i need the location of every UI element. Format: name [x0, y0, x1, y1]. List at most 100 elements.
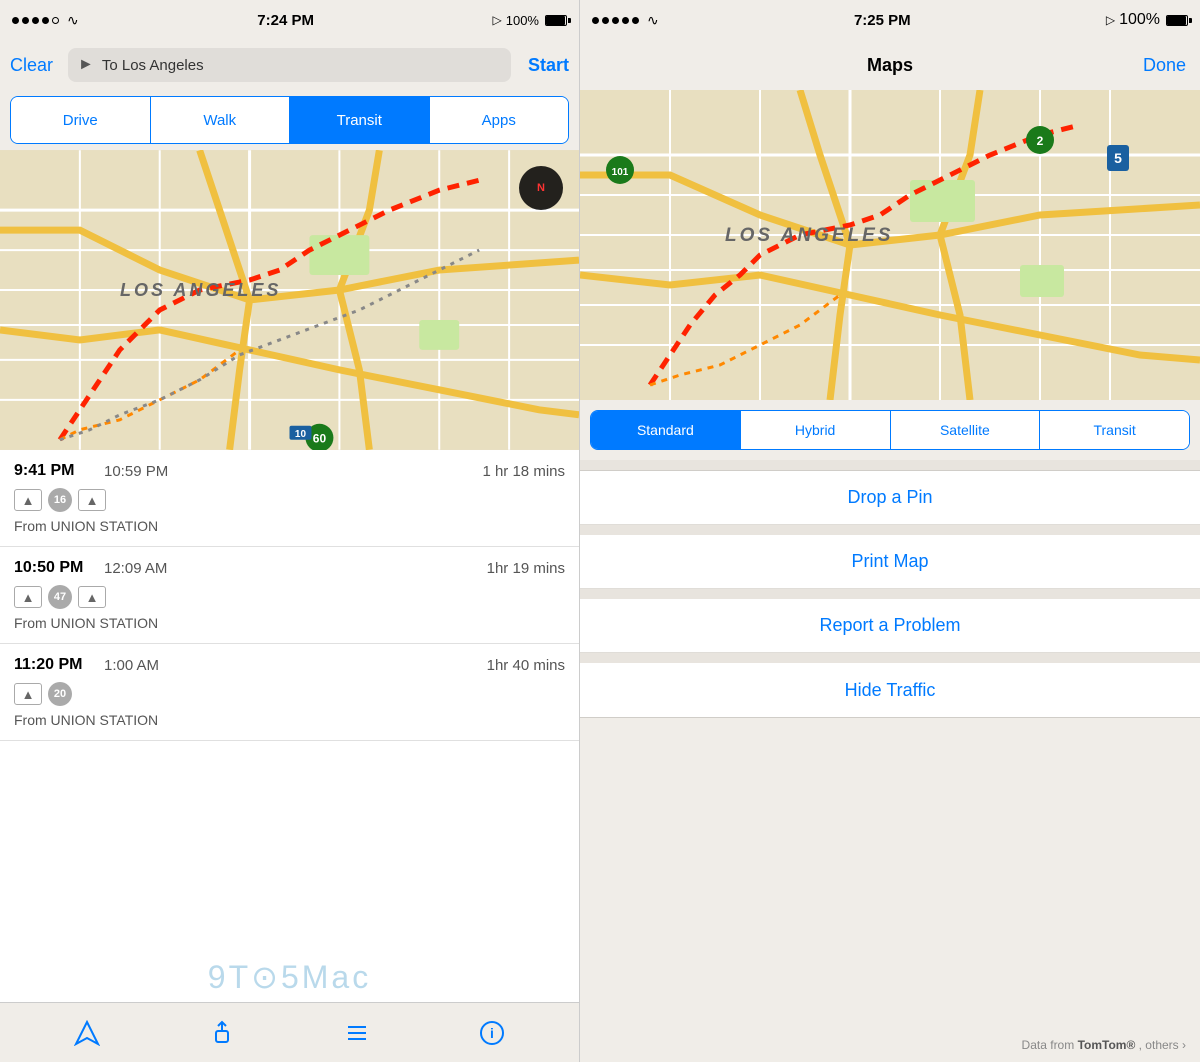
transit-icons-1: ▲ 16 ▲	[14, 488, 565, 512]
status-bar-left: ∿ 7:24 PM ▷ 100%	[0, 0, 579, 40]
signal-dot-r5	[632, 17, 639, 24]
tomtom-label: TomTom®	[1078, 1038, 1136, 1052]
signal-dots	[12, 17, 59, 24]
drop-pin-button[interactable]: Drop a Pin	[580, 471, 1200, 525]
bus-badge-3: 20	[48, 682, 72, 706]
battery-icon-right	[1166, 15, 1188, 26]
transit-times-2: 10:50 PM 12:09 AM 1hr 19 mins	[14, 559, 565, 577]
battery-percent-left: 100%	[506, 13, 539, 28]
tab-apps[interactable]: Apps	[429, 97, 569, 143]
depart-time-3: 11:20 PM	[14, 656, 94, 674]
compass-n: N	[537, 182, 545, 194]
location-arrow-left: ▷	[493, 13, 502, 27]
arrive-time-3: 1:00 AM	[104, 657, 159, 674]
right-panel: ∿ 7:25 PM ▷ 100% Maps Done	[580, 0, 1200, 1062]
transit-icons-3: ▲ 20	[14, 682, 565, 706]
wifi-icon-right: ∿	[647, 12, 659, 29]
status-bar-right: ∿ 7:25 PM ▷ 100%	[580, 0, 1200, 40]
share-icon	[209, 1020, 235, 1046]
map-right[interactable]: 101 2 5 LOS ANGELES	[580, 90, 1200, 400]
bus-icon-1a: ▲	[14, 489, 42, 511]
hide-traffic-label: Hide Traffic	[845, 680, 936, 701]
map-type-standard[interactable]: Standard	[591, 411, 740, 449]
signal-dot-r4	[622, 17, 629, 24]
map-type-satellite[interactable]: Satellite	[890, 411, 1040, 449]
info-icon: i	[479, 1020, 505, 1046]
destination-text: To Los Angeles	[102, 57, 204, 74]
location-button[interactable]	[65, 1011, 109, 1055]
svg-text:i: i	[490, 1025, 494, 1041]
signal-dot-2	[22, 17, 29, 24]
transit-times-1: 9:41 PM 10:59 PM 1 hr 18 mins	[14, 462, 565, 480]
svg-text:2: 2	[1037, 134, 1044, 148]
top-nav-left: Clear ► To Los Angeles Start	[0, 40, 579, 90]
footer-text: Data from TomTom® , others ›	[1022, 1038, 1186, 1052]
left-panel: ∿ 7:24 PM ▷ 100% Clear ► To Los Angeles …	[0, 0, 580, 1062]
footer-data-label: Data from	[1022, 1038, 1078, 1052]
svg-text:60: 60	[313, 432, 327, 446]
report-problem-label: Report a Problem	[819, 615, 960, 636]
depart-time-2: 10:50 PM	[14, 559, 94, 577]
info-button[interactable]: i	[470, 1011, 514, 1055]
tab-drive[interactable]: Drive	[11, 97, 150, 143]
hide-traffic-button[interactable]: Hide Traffic	[580, 663, 1200, 717]
transit-times-3: 11:20 PM 1:00 AM 1hr 40 mins	[14, 656, 565, 674]
battery-percent-right: 100%	[1119, 11, 1160, 29]
bottom-toolbar-left: i	[0, 1002, 579, 1062]
signal-dot-r3	[612, 17, 619, 24]
signal-dot-1	[12, 17, 19, 24]
separator-4	[580, 653, 1200, 663]
clear-button[interactable]: Clear	[10, 55, 60, 76]
transit-route-2[interactable]: 10:50 PM 12:09 AM 1hr 19 mins ▲ 47 ▲ Fro…	[0, 547, 579, 644]
report-problem-button[interactable]: Report a Problem	[580, 599, 1200, 653]
map-svg-right: 101 2 5	[580, 90, 1200, 400]
arrive-time-2: 12:09 AM	[104, 560, 167, 577]
transit-list[interactable]: 9:41 PM 10:59 PM 1 hr 18 mins ▲ 16 ▲ Fro…	[0, 450, 579, 952]
list-button[interactable]	[335, 1011, 379, 1055]
signal-dot-4	[42, 17, 49, 24]
drop-pin-label: Drop a Pin	[847, 487, 932, 508]
svg-text:10: 10	[295, 429, 307, 440]
transit-route-1[interactable]: 9:41 PM 10:59 PM 1 hr 18 mins ▲ 16 ▲ Fro…	[0, 450, 579, 547]
separator-1	[580, 460, 1200, 470]
duration-3: 1hr 40 mins	[487, 657, 565, 674]
map-left[interactable]: 60 10 LOS ANGELES N	[0, 150, 579, 450]
start-button[interactable]: Start	[519, 55, 569, 76]
spacer	[580, 718, 1200, 1028]
direction-arrow-icon: ►	[78, 56, 94, 74]
bus-icon-3a: ▲	[14, 683, 42, 705]
duration-2: 1hr 19 mins	[487, 560, 565, 577]
bus-badge-1: 16	[48, 488, 72, 512]
menu-section: Drop a Pin Print Map Report a Problem Hi…	[580, 470, 1200, 718]
map-type-transit[interactable]: Transit	[1039, 411, 1189, 449]
time-left: 7:24 PM	[257, 12, 314, 29]
bus-icon-1b: ▲	[78, 489, 106, 511]
map-type-hybrid[interactable]: Hybrid	[740, 411, 890, 449]
battery-area-right: ▷ 100%	[1106, 11, 1188, 29]
signal-dot-5	[52, 17, 59, 24]
done-button[interactable]: Done	[1143, 55, 1186, 76]
destination-bar[interactable]: ► To Los Angeles	[68, 48, 511, 82]
print-map-button[interactable]: Print Map	[580, 535, 1200, 589]
map-type-selector: Standard Hybrid Satellite Transit	[590, 410, 1190, 450]
battery-area-left: ▷ 100%	[493, 13, 567, 28]
transit-route-3[interactable]: 11:20 PM 1:00 AM 1hr 40 mins ▲ 20 From U…	[0, 644, 579, 741]
svg-text:101: 101	[612, 167, 629, 178]
tab-transit[interactable]: Transit	[289, 97, 429, 143]
watermark-area: 9T⊙5Mac	[0, 952, 579, 1002]
share-button[interactable]	[200, 1011, 244, 1055]
signal-dot-r2	[602, 17, 609, 24]
signal-dots-right	[592, 17, 639, 24]
tab-walk[interactable]: Walk	[150, 97, 290, 143]
signal-area: ∿	[12, 12, 79, 29]
top-nav-right: Maps Done	[580, 40, 1200, 90]
arrive-time-1: 10:59 PM	[104, 463, 168, 480]
wifi-icon: ∿	[67, 12, 79, 29]
from-station-1: From UNION STATION	[14, 518, 565, 534]
separator-3	[580, 589, 1200, 599]
separator-2	[580, 525, 1200, 535]
map-svg-left: 60 10	[0, 150, 579, 450]
maps-title: Maps	[867, 55, 913, 76]
footer: Data from TomTom® , others ›	[580, 1028, 1200, 1062]
compass-left[interactable]: N	[519, 166, 563, 210]
